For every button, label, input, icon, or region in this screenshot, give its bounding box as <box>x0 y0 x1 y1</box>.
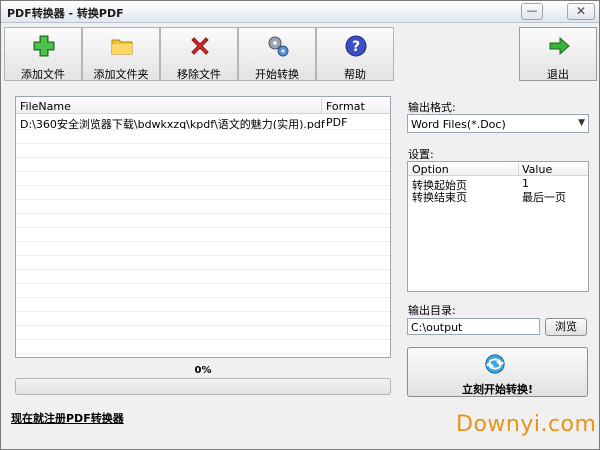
help-icon: ? <box>345 35 367 57</box>
grid-line <box>16 353 390 354</box>
progress-percent: 0% <box>194 365 212 376</box>
start-convert-label: 开始转换 <box>255 68 299 81</box>
grid-line <box>16 185 390 186</box>
plus-icon <box>33 35 55 57</box>
exit-button[interactable]: 退出 <box>519 27 597 81</box>
grid-line <box>16 283 390 284</box>
column-separator <box>321 98 322 113</box>
add-folder-button[interactable]: 添加文件夹 <box>82 27 160 81</box>
grid-line <box>16 241 390 242</box>
minimize-button[interactable]: — <box>521 3 543 20</box>
output-format-select[interactable]: Word Files(*.Doc) ▼ <box>407 114 589 133</box>
app-window: PDF转换器 - 转换PDF — ✕ 添加文件 添加文件夹 移除文件 开始转换 … <box>0 0 600 450</box>
grid-line <box>16 171 390 172</box>
grid-line <box>16 297 390 298</box>
settings-list[interactable]: Option Value 转换起始页 1 转换结束页 最后一页 <box>407 161 589 292</box>
remove-file-button[interactable]: 移除文件 <box>160 27 238 81</box>
option-name: 转换结束页 <box>412 191 467 204</box>
window-title: PDF转换器 - 转换PDF <box>7 7 124 20</box>
grid-line <box>16 339 390 340</box>
start-now-button[interactable]: 立刻开始转换! <box>407 347 588 397</box>
output-dir-label: 输出目录: <box>408 304 456 317</box>
add-folder-label: 添加文件夹 <box>93 68 149 81</box>
grid-line <box>16 325 390 326</box>
toolbar: 添加文件 添加文件夹 移除文件 开始转换 ? 帮助 <box>4 27 394 83</box>
output-format-value: Word Files(*.Doc) <box>411 118 506 131</box>
grid-line <box>16 129 390 130</box>
progress-bar <box>15 378 391 395</box>
grid-line <box>16 311 390 312</box>
column-filename[interactable]: FileName <box>20 100 71 113</box>
settings-label: 设置: <box>408 148 434 161</box>
grid-line <box>16 143 390 144</box>
settings-header: Option Value <box>408 162 588 176</box>
remove-x-icon <box>191 37 209 55</box>
add-file-button[interactable]: 添加文件 <box>4 27 82 81</box>
grid-line <box>16 269 390 270</box>
start-convert-button[interactable]: 开始转换 <box>238 27 316 81</box>
column-separator <box>518 163 519 175</box>
file-list[interactable]: FileName Format D:\360安全浏览器下载\bdwkxzq\kp… <box>15 96 391 358</box>
grid-line <box>16 199 390 200</box>
grid-line <box>16 213 390 214</box>
table-row[interactable]: D:\360安全浏览器下载\bdwkxzq\kpdf\语文的魅力(实用).pdf… <box>16 115 390 131</box>
output-dir-input[interactable]: C:\output <box>407 318 540 335</box>
grid-line <box>16 157 390 158</box>
watermark-text: Downyi.com <box>456 412 597 437</box>
output-dir-value: C:\output <box>411 321 463 334</box>
column-option[interactable]: Option <box>412 163 449 176</box>
exit-label: 退出 <box>547 68 569 81</box>
option-value: 最后一页 <box>522 191 566 204</box>
start-now-label: 立刻开始转换! <box>461 383 534 396</box>
grid-line <box>16 255 390 256</box>
column-format[interactable]: Format <box>326 100 365 113</box>
settings-row-start-page[interactable]: 转换起始页 1 <box>408 177 588 192</box>
browse-button[interactable]: 浏览 <box>545 318 587 336</box>
folder-icon <box>111 39 133 55</box>
help-label: 帮助 <box>344 68 366 81</box>
row-format: PDF <box>326 116 348 129</box>
register-link[interactable]: 现在就注册PDF转换器 <box>11 410 124 426</box>
title-bar[interactable]: PDF转换器 - 转换PDF — ✕ <box>1 1 599 23</box>
grid-line <box>16 227 390 228</box>
output-format-label: 输出格式: <box>408 101 456 114</box>
chevron-down-icon[interactable]: ▼ <box>578 118 585 128</box>
gears-icon <box>268 36 289 57</box>
arrow-right-icon <box>549 36 570 56</box>
column-value[interactable]: Value <box>522 163 552 176</box>
close-button[interactable]: ✕ <box>567 3 595 20</box>
settings-row-end-page[interactable]: 转换结束页 最后一页 <box>408 189 588 204</box>
add-file-label: 添加文件 <box>21 68 65 81</box>
help-button[interactable]: ? 帮助 <box>316 27 394 81</box>
svg-text:?: ? <box>352 39 360 55</box>
convert-globe-icon <box>485 354 505 374</box>
file-list-header: FileName Format <box>16 97 390 114</box>
remove-file-label: 移除文件 <box>177 68 221 81</box>
